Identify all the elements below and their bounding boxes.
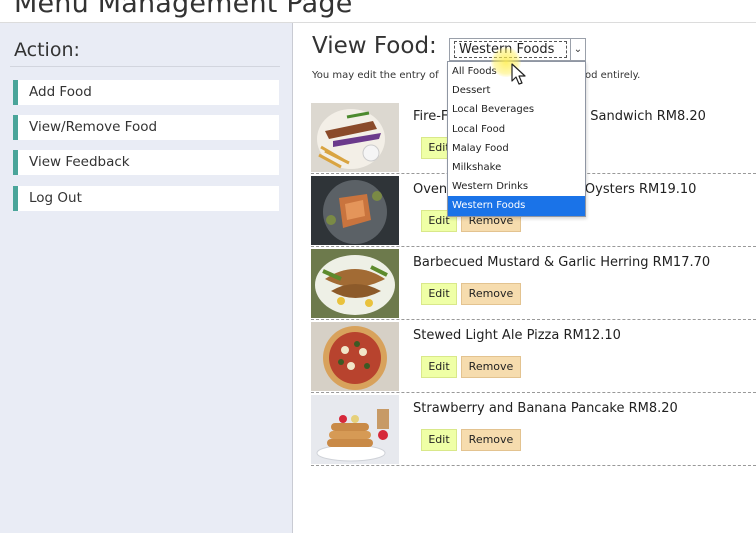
sidebar-heading: Action: [14, 39, 80, 61]
food-name: Barbecued Mustard & Garlic Herring RM17.… [413, 255, 711, 270]
edit-button[interactable]: Edit [421, 429, 457, 451]
food-name: Strawberry and Banana Pancake RM8.20 [413, 401, 678, 416]
sidebar-item-log-out[interactable]: Log Out [13, 186, 279, 211]
edit-button[interactable]: Edit [421, 356, 457, 378]
remove-button[interactable]: Remove [461, 429, 521, 451]
food-image [311, 176, 399, 245]
mouse-cursor-icon [511, 63, 526, 85]
dropdown-option-milkshake[interactable]: Milkshake [448, 158, 585, 177]
sidebar: Action: Add Food View/Remove Food View F… [0, 23, 293, 533]
remove-button[interactable]: Remove [461, 356, 521, 378]
food-row: Strawberry and Banana Pancake RM8.20 Edi… [311, 393, 756, 466]
food-name-left: Oven [413, 182, 448, 197]
sidebar-item-add-food[interactable]: Add Food [13, 80, 279, 105]
dropdown-option-local-beverages[interactable]: Local Beverages [448, 100, 585, 119]
food-row: Barbecued Mustard & Garlic Herring RM17.… [311, 247, 756, 320]
sidebar-divider [10, 66, 280, 67]
food-row: Stewed Light Ale Pizza RM12.10 Edit Remo… [311, 320, 756, 393]
remove-button[interactable]: Remove [461, 283, 521, 305]
dropdown-option-malay-food[interactable]: Malay Food [448, 139, 585, 158]
food-image [311, 103, 399, 172]
sidebar-item-view-remove-food[interactable]: View/Remove Food [13, 115, 279, 140]
food-name: Stewed Light Ale Pizza RM12.10 [413, 328, 621, 343]
view-food-label: View Food: [312, 33, 437, 59]
main-content: View Food: Western Foods ⌄ You may edit … [294, 23, 756, 533]
food-name-left: Fire-F [413, 109, 449, 124]
food-image [311, 322, 399, 391]
page-title: Menu Management Page [14, 0, 353, 19]
edit-button[interactable]: Edit [421, 283, 457, 305]
sidebar-item-view-feedback[interactable]: View Feedback [13, 150, 279, 175]
hint-text-right: od entirely. [584, 70, 641, 81]
food-image [311, 249, 399, 318]
chevron-down-icon[interactable]: ⌄ [570, 39, 585, 60]
food-image [311, 395, 399, 464]
dropdown-option-western-drinks[interactable]: Western Drinks [448, 177, 585, 196]
dropdown-option-western-foods[interactable]: Western Foods [448, 196, 585, 216]
hint-text-left: You may edit the entry of [312, 70, 439, 81]
dropdown-option-local-food[interactable]: Local Food [448, 120, 585, 139]
